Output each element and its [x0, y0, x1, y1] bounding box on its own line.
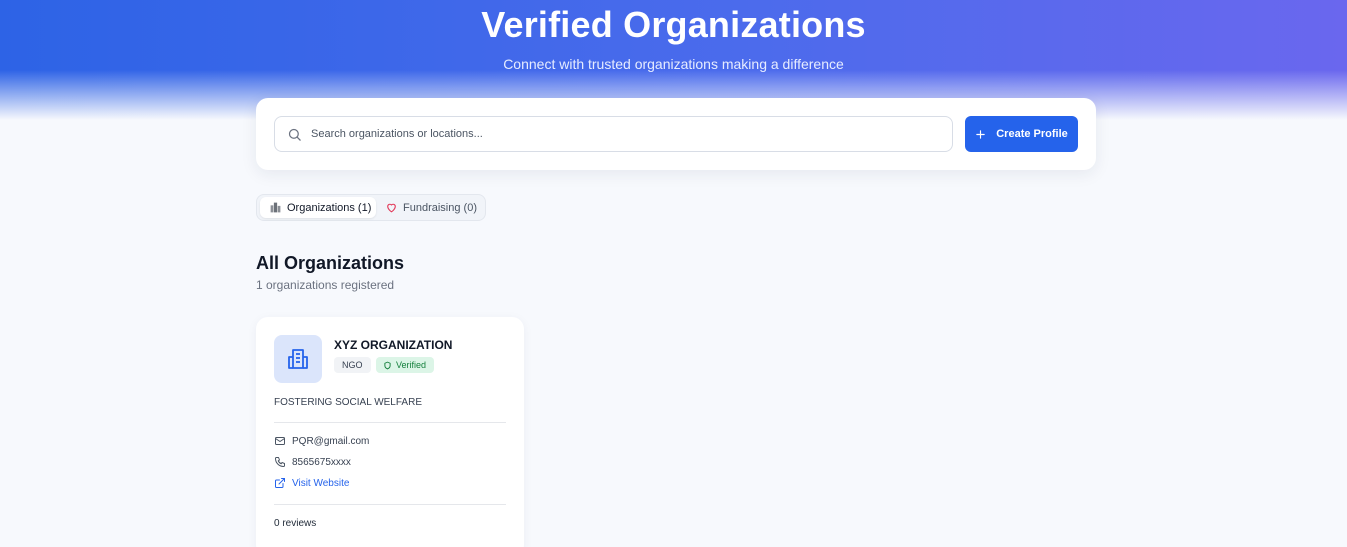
organization-name: XYZ ORGANIZATION — [334, 338, 453, 352]
mail-icon — [275, 437, 285, 445]
organization-tagline: FOSTERING SOCIAL WELFARE — [274, 397, 422, 408]
tab-organizations[interactable]: Organizations (1) — [260, 197, 376, 218]
card-divider — [274, 504, 506, 505]
page-title: Verified Organizations — [481, 4, 866, 45]
create-profile-label: Create Profile — [996, 128, 1068, 140]
search-input[interactable] — [311, 124, 941, 144]
building-icon — [288, 349, 308, 369]
verified-badge: Verified — [376, 357, 435, 373]
visit-website-link[interactable]: Visit Website — [274, 477, 349, 489]
search-icon — [288, 128, 301, 141]
organization-email: PQR@gmail.com — [292, 435, 370, 447]
organization-phone: 8565675xxxx — [292, 456, 351, 468]
organization-card[interactable]: XYZ ORGANIZATION NGO Verified FOSTERING … — [256, 317, 524, 547]
section-count: 1 organizations registered — [256, 278, 395, 292]
tab-fundraising[interactable]: Fundraising (0) — [381, 197, 481, 218]
heart-icon — [387, 203, 396, 213]
tab-organizations-label: Organizations (1) — [287, 201, 372, 214]
create-profile-button[interactable]: Create Profile — [965, 116, 1078, 152]
external-link-icon — [275, 478, 285, 488]
verified-label: Verified — [396, 360, 427, 370]
reviews-count: 0 reviews — [274, 518, 317, 529]
search-box[interactable] — [274, 116, 953, 152]
visit-website-label: Visit Website — [292, 477, 350, 489]
organization-logo — [274, 335, 322, 383]
organization-icon — [270, 202, 281, 213]
section-title: All Organizations — [256, 253, 405, 273]
page-subtitle: Connect with trusted organizations makin… — [503, 56, 844, 72]
search-card: Create Profile — [256, 98, 1096, 170]
shield-icon — [384, 361, 391, 369]
tab-list: Organizations (1) Fundraising (0) — [256, 194, 486, 221]
email-row: PQR@gmail.com — [274, 435, 369, 447]
card-divider — [274, 422, 506, 423]
phone-icon — [275, 457, 285, 467]
plus-icon — [976, 129, 985, 139]
organization-type-badge: NGO — [334, 357, 371, 373]
phone-row: 8565675xxxx — [274, 456, 351, 468]
tab-fundraising-label: Fundraising (0) — [403, 201, 477, 214]
